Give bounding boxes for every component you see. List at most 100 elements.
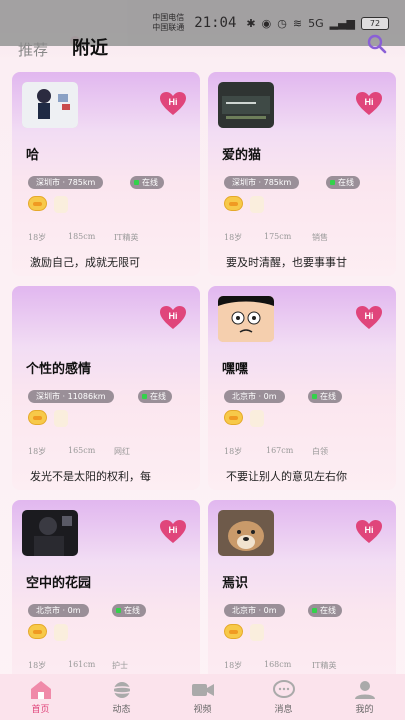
online-dot-icon [134,180,139,185]
user-card[interactable]: Hi 嘿嘿 北京市 · 0m 在线 18岁 167cm 白领 不要让别人的意见左… [208,286,396,490]
nav-label: 视频 [193,704,212,715]
avatar-dog-icon [218,510,274,556]
online-label: 在线 [320,606,336,615]
age-tag: 18岁 [224,233,243,242]
coin-icon [224,196,243,211]
hi-heart-icon[interactable]: Hi [160,306,186,330]
user-name: 爱的猫 [222,148,262,163]
svg-text:Hi: Hi [169,525,178,535]
nav-label: 消息 [274,704,293,715]
carrier-1: 中国电信 [152,13,185,22]
signature-text: 要及时清醒，也要事事甘 [226,256,347,269]
signature-text: 激励自己，成就无限可 [30,256,140,269]
video-camera-icon [191,683,214,696]
hi-heart-icon[interactable]: Hi [356,92,382,116]
location-badge: 北京市 · 0m [28,604,89,617]
avatar-cartoon-icon [218,296,274,342]
signal-icon: ▂▄▆ [329,16,355,30]
online-label: 在线 [142,178,158,187]
badge-icon [250,410,264,427]
height-tag: 167cm [266,446,294,455]
user-name: 哈 [26,148,40,163]
bluetooth-icon: ✱ [246,16,256,30]
height-tag: 185cm [68,232,96,241]
coin-icon [28,410,47,425]
search-icon[interactable] [367,34,387,54]
age-tag: 18岁 [224,661,243,670]
nav-moments[interactable]: 动态 [92,680,152,715]
job-tag: IT精英 [312,661,337,670]
nav-video[interactable]: 视频 [173,680,233,715]
height-tag: 168cm [264,660,292,669]
nav-label: 动态 [112,704,131,715]
wifi-icon: ≋ [292,16,303,30]
nav-home[interactable]: 首页 [11,680,71,715]
job-tag: 网红 [114,447,130,456]
hi-heart-icon[interactable]: Hi [356,306,382,330]
nav-profile[interactable]: 我的 [335,680,395,715]
chat-bubble-icon [272,679,295,698]
badge-icon [54,624,68,641]
tab-nearby[interactable]: 附近 [70,34,108,60]
age-tag: 18岁 [224,447,243,456]
user-card[interactable]: Hi 个性的感情 深圳市 · 11086km 在线 18岁 165cm 网红 发… [12,286,200,490]
battery-icon: 72 [361,16,389,30]
avatar-photo-icon [22,82,78,128]
online-dot-icon [142,394,147,399]
hi-heart-icon[interactable]: Hi [160,520,186,544]
age-tag: 18岁 [28,447,47,456]
user-name: 个性的感情 [26,362,92,377]
age-tag: 18岁 [28,233,47,242]
carrier-2: 中国联通 [152,23,185,32]
online-label: 在线 [338,178,354,187]
badge-icon [54,410,68,427]
alarm-icon: ◷ [277,16,287,30]
avatar-photo-icon [218,82,274,128]
battery-level: 72 [369,18,381,28]
avatar-photo-icon [22,510,78,556]
network-label: 5G [308,16,324,30]
online-badge: 在线 [138,390,172,403]
bottom-nav: 首页 动态 视频 消息 我的 [0,674,405,720]
online-label: 在线 [124,606,140,615]
online-label: 在线 [150,392,166,401]
coin-icon [28,624,47,639]
user-icon [354,680,375,699]
coin-icon [28,196,47,211]
location-badge: 北京市 · 0m [224,390,285,403]
coin-icon [224,624,243,639]
svg-text:Hi: Hi [365,97,374,107]
svg-text:Hi: Hi [169,97,178,107]
user-card-grid: Hi 哈 深圳市 · 785km 在线 18岁 185cm IT精英 激励自己，… [12,72,396,704]
coin-icon [224,410,243,425]
online-badge: 在线 [308,604,342,617]
home-icon [30,680,51,699]
nav-label: 我的 [355,704,374,715]
svg-text:Hi: Hi [169,311,178,321]
hi-heart-icon[interactable]: Hi [356,520,382,544]
tab-recommend[interactable]: 推荐 [18,39,48,60]
svg-text:Hi: Hi [365,525,374,535]
height-tag: 175cm [264,232,292,241]
job-tag: 白领 [312,447,328,456]
online-dot-icon [116,608,121,613]
badge-icon [54,196,68,213]
carrier-info: 中国电信 中国联通 [152,13,184,33]
nav-label: 首页 [31,704,50,715]
user-card[interactable]: Hi 爱的猫 深圳市 · 785km 在线 18岁 175cm 销售 要及时清醒… [208,72,396,276]
job-tag: IT精英 [114,233,139,242]
online-label: 在线 [320,392,336,401]
hi-heart-icon[interactable]: Hi [160,92,186,116]
signature-text: 发光不是太阳的权利，每 [30,470,151,483]
location-badge: 北京市 · 0m [224,604,285,617]
nav-messages[interactable]: 消息 [254,679,314,715]
height-tag: 161cm [68,660,96,669]
user-card[interactable]: Hi 哈 深圳市 · 785km 在线 18岁 185cm IT精英 激励自己，… [12,72,200,276]
location-badge: 深圳市 · 11086km [28,390,114,403]
online-badge: 在线 [308,390,342,403]
clock: 21:04 [194,15,237,31]
online-badge: 在线 [112,604,146,617]
badge-icon [250,196,264,213]
online-dot-icon [330,180,335,185]
top-tabs: 推荐 附近 [18,34,108,60]
